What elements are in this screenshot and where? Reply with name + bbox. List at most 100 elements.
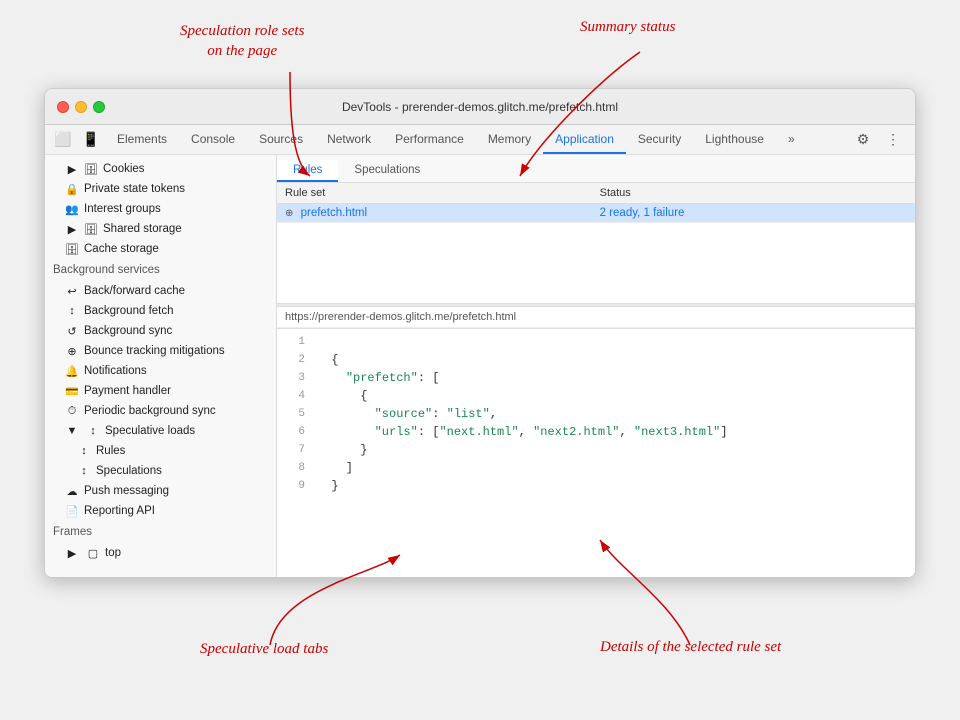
sidebar-item-speculative-loads[interactable]: ▼ ↕ Speculative loads — [45, 421, 276, 441]
col-rule-set: Rule set — [277, 183, 592, 204]
table-row[interactable]: ⊕ prefetch.html 2 ready, 1 failure — [277, 204, 915, 223]
tab-performance[interactable]: Performance — [383, 125, 476, 154]
maximize-button[interactable] — [93, 101, 105, 113]
url-bar: https://prerender-demos.glitch.me/prefet… — [277, 307, 915, 328]
more-icon[interactable]: ⋮ — [879, 126, 907, 154]
title-bar: DevTools - prerender-demos.glitch.me/pre… — [45, 89, 915, 125]
sidebar-item-label: Payment handler — [84, 385, 171, 397]
sidebar-item-push-messaging[interactable]: ☁ Push messaging — [45, 481, 276, 501]
push-icon: ☁ — [65, 485, 79, 498]
code-line: 6 "urls": ["next.html", "next2.html", "n… — [277, 423, 915, 441]
tab-lighthouse[interactable]: Lighthouse — [693, 125, 776, 154]
rule-set-link[interactable]: prefetch.html — [301, 207, 367, 219]
sidebar-item-label: Interest groups — [84, 203, 161, 215]
traffic-lights — [57, 101, 105, 113]
sidebar-item-label: Bounce tracking mitigations — [84, 345, 225, 357]
bounce-icon: ⊕ — [65, 345, 79, 358]
sidebar-item-background-sync[interactable]: ↺ Background sync — [45, 321, 276, 341]
browser-window: DevTools - prerender-demos.glitch.me/pre… — [44, 88, 916, 578]
tab-console[interactable]: Console — [179, 125, 247, 154]
sidebar-item-label: Background fetch — [84, 305, 174, 317]
sidebar-item-bounce-tracking[interactable]: ⊕ Bounce tracking mitigations — [45, 341, 276, 361]
sidebar-item-label: Background sync — [84, 325, 172, 337]
sidebar-item-cache-storage[interactable]: 🗄 Cache storage — [45, 239, 276, 259]
arrow-icon: ▶ — [65, 223, 79, 236]
tab-application[interactable]: Application — [543, 125, 626, 154]
sidebar-item-cookies[interactable]: ▶ 🗄 Cookies — [45, 159, 276, 179]
code-line: 1 — [277, 333, 915, 351]
spec-tabs-bar: Rules Speculations — [277, 155, 915, 183]
rule-set-cell: ⊕ prefetch.html — [277, 204, 592, 223]
sidebar-item-bfcache[interactable]: ↩ Back/forward cache — [45, 281, 276, 301]
sidebar-item-background-fetch[interactable]: ↕ Background fetch — [45, 301, 276, 321]
devtools-toolbar: ⬜ 📱 Elements Console Sources Network Per… — [45, 125, 915, 155]
sidebar-item-speculations[interactable]: ↕ Speculations — [45, 461, 276, 481]
speculative-icon: ↕ — [86, 425, 100, 437]
sidebar-item-periodic-bg-sync[interactable]: ⏱ Periodic background sync — [45, 401, 276, 421]
col-status: Status — [592, 183, 915, 204]
sidebar-item-interest-groups[interactable]: 👥 Interest groups — [45, 199, 276, 219]
interest-icon: 👥 — [65, 203, 79, 216]
section-label: Background services — [53, 264, 160, 276]
tab-rules[interactable]: Rules — [277, 160, 338, 182]
tab-sources[interactable]: Sources — [247, 125, 315, 154]
code-line: 5 "source": "list", — [277, 405, 915, 423]
origin-icon: ⊕ — [285, 208, 293, 219]
refresh-icon: ↩ — [65, 285, 79, 298]
sidebar-item-reporting-api[interactable]: 📄 Reporting API — [45, 501, 276, 521]
expanded-arrow-icon: ▼ — [65, 425, 79, 437]
timer-icon: ⏱ — [65, 405, 79, 418]
annotation-summary-status: Summary status — [580, 18, 675, 38]
sidebar-item-label: Speculative loads — [105, 425, 195, 437]
sidebar-item-label: Cache storage — [84, 243, 159, 255]
tab-elements[interactable]: Elements — [105, 125, 179, 154]
sidebar-item-label: top — [105, 547, 121, 559]
tab-speculations[interactable]: Speculations — [338, 160, 436, 182]
window-title: DevTools - prerender-demos.glitch.me/pre… — [342, 100, 618, 114]
status-cell: 2 ready, 1 failure — [592, 204, 915, 223]
code-line: 2 { — [277, 351, 915, 369]
section-label: Frames — [53, 526, 92, 538]
sidebar-item-label: Shared storage — [103, 223, 182, 235]
sidebar-item-label: Speculations — [96, 465, 162, 477]
frame-icon: ▢ — [86, 547, 100, 560]
background-services-header: Background services — [45, 259, 276, 281]
devtools-body: ▶ 🗄 Cookies 🔒 Private state tokens 👥 Int… — [45, 155, 915, 578]
close-button[interactable] — [57, 101, 69, 113]
bell-icon: 🔔 — [65, 365, 79, 378]
annotation-details-rule-set: Details of the selected rule set — [600, 638, 781, 658]
sidebar-item-notifications[interactable]: 🔔 Notifications — [45, 361, 276, 381]
tab-more[interactable]: » — [776, 125, 807, 154]
sidebar-item-label: Reporting API — [84, 505, 155, 517]
cookies-icon: 🗄 — [84, 163, 98, 176]
sidebar-item-rules[interactable]: ↕ Rules — [45, 441, 276, 461]
sidebar: ▶ 🗄 Cookies 🔒 Private state tokens 👥 Int… — [45, 155, 277, 578]
code-area: 1 2 { 3 "prefetch": [ 4 { — [277, 328, 915, 578]
cache-icon: 🗄 — [65, 243, 79, 256]
sync-icon: ↺ — [65, 325, 79, 338]
inspect-icon[interactable]: ⬜ — [49, 126, 77, 154]
fetch-icon: ↕ — [65, 305, 79, 317]
main-panel: Rules Speculations Rule set Status — [277, 155, 915, 578]
rules-table: Rule set Status ⊕ prefetch.html — [277, 183, 915, 223]
tab-network[interactable]: Network — [315, 125, 383, 154]
sidebar-item-label: Back/forward cache — [84, 285, 185, 297]
sidebar-item-private-state-tokens[interactable]: 🔒 Private state tokens — [45, 179, 276, 199]
settings-icon[interactable]: ⚙ — [849, 126, 877, 154]
sidebar-item-shared-storage[interactable]: ▶ 🗄 Shared storage — [45, 219, 276, 239]
payment-icon: 💳 — [65, 385, 79, 398]
tab-memory[interactable]: Memory — [476, 125, 543, 154]
minimize-button[interactable] — [75, 101, 87, 113]
sidebar-item-top[interactable]: ▶ ▢ top — [45, 543, 276, 563]
tab-security[interactable]: Security — [626, 125, 693, 154]
devtools-tabs: Elements Console Sources Network Perform… — [105, 125, 849, 154]
code-line: 8 ] — [277, 459, 915, 477]
frames-header: Frames — [45, 521, 276, 543]
sidebar-item-label: Periodic background sync — [84, 405, 216, 417]
status-badge[interactable]: 2 ready, 1 failure — [600, 207, 685, 219]
device-icon[interactable]: 📱 — [77, 126, 105, 154]
arrow-icon: ▶ — [65, 163, 79, 176]
sidebar-item-label: Rules — [96, 445, 125, 457]
sidebar-item-payment-handler[interactable]: 💳 Payment handler — [45, 381, 276, 401]
split-panel: Rule set Status ⊕ prefetch.html — [277, 183, 915, 578]
